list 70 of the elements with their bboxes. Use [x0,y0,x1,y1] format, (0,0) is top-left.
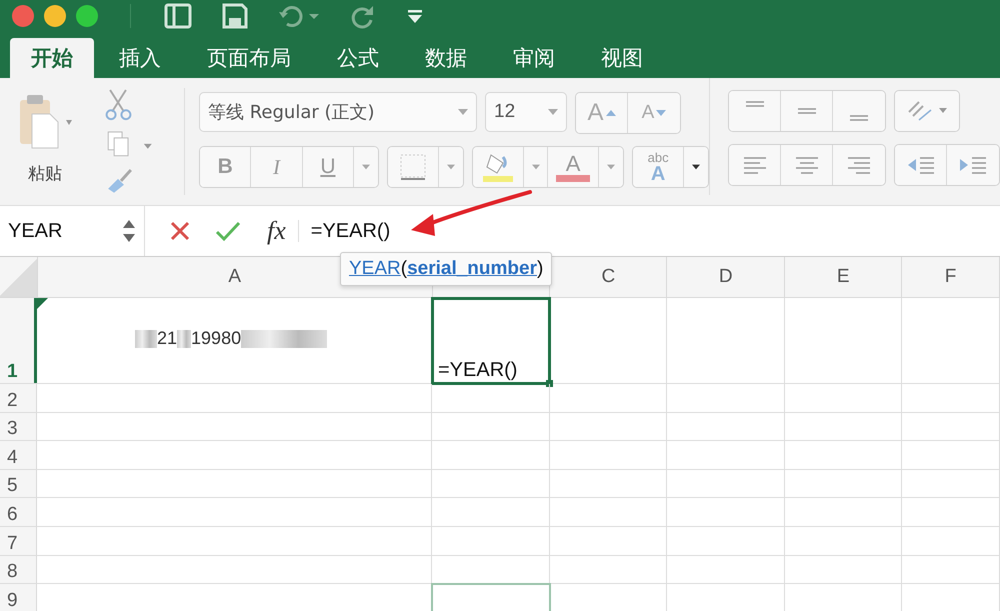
caret-icon [532,164,540,170]
row-header[interactable]: 2 [0,384,37,412]
function-link[interactable]: YEAR [349,258,401,280]
row-header[interactable]: 3 [0,412,37,440]
name-box[interactable]: YEAR [0,206,145,256]
dropdown-icon[interactable] [458,109,468,115]
ribbon-tab[interactable]: 视图 [580,38,664,78]
row-header[interactable]: 8 [0,556,37,584]
row-header[interactable]: 5 [0,470,37,498]
align-top-icon [746,101,764,107]
dropdown-icon[interactable] [548,109,558,115]
caret-icon [446,164,455,170]
ribbon-tab[interactable]: 审阅 [492,38,576,78]
ribbon-tab[interactable]: 公式 [316,38,400,78]
row-header[interactable]: 9 [0,584,37,611]
insert-function-button[interactable]: fx [267,216,286,246]
caret-icon [607,164,616,170]
select-all-button[interactable] [0,257,38,297]
fill-color-button[interactable] [472,147,524,187]
decrease-indent-icon [906,155,936,175]
down-triangle-icon [656,110,666,116]
window-control-icon[interactable] [44,5,66,27]
ribbon-tab[interactable]: 插入 [98,38,182,78]
row-header[interactable]: 6 [0,498,37,526]
error-indicator-icon [37,298,48,309]
paint-bucket-icon [481,151,515,183]
align-bottom-icon [850,115,868,121]
scissors-icon[interactable] [104,88,134,122]
ribbon-tab[interactable]: 数据 [404,38,488,78]
active-cell[interactable]: =YEAR() [431,297,551,385]
paste-label: 粘贴 [28,163,62,185]
up-triangle-icon [606,110,616,116]
caret-icon [362,164,370,170]
column-header[interactable]: F [902,257,1000,297]
window-control-icon[interactable] [76,5,98,27]
decrease-indent-button[interactable] [895,145,947,185]
font-name-field[interactable]: 等线 Regular (正文) [199,92,477,132]
paren-text: ( [400,258,408,280]
redaction-mosaic [177,330,192,348]
row-header[interactable]: 7 [0,526,37,555]
close-icon[interactable] [169,220,191,242]
paren-text: ) [536,258,544,280]
redaction-mosaic [135,330,157,348]
save-icon[interactable] [221,2,249,30]
caret-icon [692,164,700,170]
increase-indent-icon [958,155,988,175]
formula-input[interactable]: =YEAR() [310,220,390,242]
align-right-icon [846,155,872,175]
row-header[interactable]: 4 [0,441,37,469]
text-orientation-button[interactable] [895,91,959,131]
sidebar-icon[interactable] [163,2,193,30]
align-left-button[interactable] [729,145,781,185]
row-header[interactable]: 1 [0,298,37,383]
checkmark-icon[interactable] [215,220,241,242]
cell-text: 21 [157,328,178,349]
fill-handle[interactable] [546,380,553,387]
align-middle-icon [798,108,816,114]
align-top-button[interactable] [729,91,781,131]
font-size-field[interactable]: 12 [485,92,567,132]
borders-button[interactable] [388,147,440,187]
stepper-icon[interactable] [122,218,136,244]
cell-text: 19980 [191,328,242,349]
ribbon-tab[interactable]: 开始 [10,38,94,78]
column-header[interactable]: E [785,257,902,297]
borders-icon [398,152,428,182]
align-left-icon [742,155,768,175]
window-control-icon[interactable] [12,5,34,27]
align-center-icon [794,155,820,175]
ribbon-tab[interactable]: 页面布局 [186,38,312,78]
column-header[interactable]: D [667,257,786,297]
